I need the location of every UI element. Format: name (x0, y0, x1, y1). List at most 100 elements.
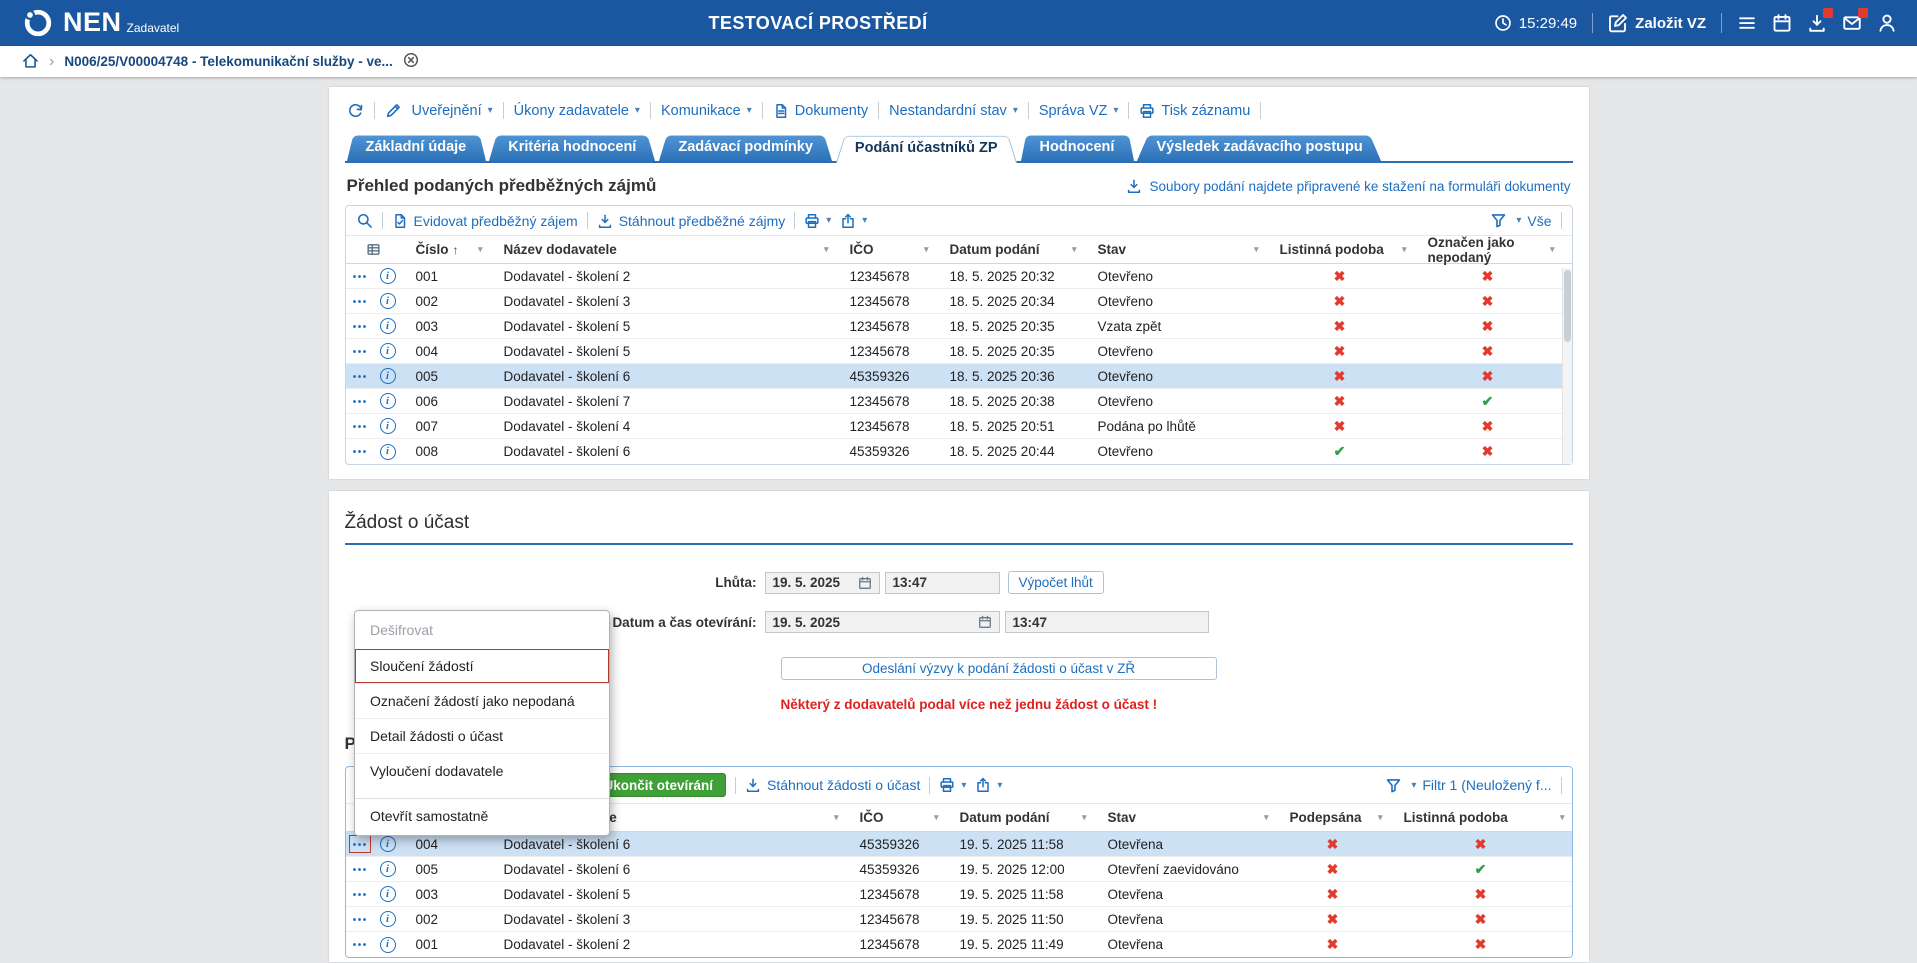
row-actions-icon[interactable] (350, 368, 370, 384)
vertical-scrollbar[interactable] (1562, 268, 1572, 464)
user-profile-button[interactable] (1877, 13, 1897, 33)
tab-vysledek-zadavaciho-postupu[interactable]: Výsledek zadávacího postupu (1137, 133, 1381, 161)
row-info-icon[interactable]: i (380, 861, 396, 877)
table-row[interactable]: i005Dodavatel - školení 64535932619. 5. … (346, 857, 1572, 882)
row-actions-icon[interactable] (350, 861, 370, 877)
column-filter-icon[interactable]: ▾ (1254, 244, 1259, 255)
row-info-icon[interactable]: i (380, 444, 396, 460)
column-filter-icon[interactable]: ▾ (1402, 244, 1407, 255)
column-filter-icon[interactable]: ▾ (824, 244, 829, 255)
table-row[interactable]: i002Dodavatel - školení 31234567819. 5. … (346, 907, 1572, 932)
table-row[interactable]: i003Dodavatel - školení 51234567818. 5. … (346, 314, 1572, 339)
scrollbar-thumb[interactable] (1564, 270, 1571, 342)
row-actions-icon[interactable] (350, 937, 370, 953)
column-filter-icon[interactable]: ▾ (834, 812, 839, 823)
table-row[interactable]: i004Dodavatel - školení 51234567818. 5. … (346, 339, 1572, 364)
table-row[interactable]: i003Dodavatel - školení 51234567819. 5. … (346, 882, 1572, 907)
row-info-icon[interactable]: i (380, 268, 396, 284)
row-info-icon[interactable]: i (380, 886, 396, 902)
row-actions-icon[interactable] (350, 293, 370, 309)
column-filter-icon[interactable]: ▾ (1264, 812, 1269, 823)
export-grid-button[interactable]: ▾ (840, 213, 867, 229)
main-menu-button[interactable] (1737, 13, 1757, 33)
undo-icon[interactable] (347, 102, 364, 119)
record-menu-nestandardni-stav[interactable]: Nestandardní stav▾ (889, 103, 1018, 119)
row-actions-icon[interactable] (350, 393, 370, 409)
deadline-date-field[interactable]: 19. 5. 2025 (765, 572, 880, 594)
row-info-icon[interactable]: i (380, 393, 396, 409)
column-header-stav[interactable]: Stav▾ (1094, 804, 1276, 831)
home-icon[interactable] (22, 52, 39, 72)
column-filter-icon[interactable]: ▾ (924, 244, 929, 255)
tab-zakladni-udaje[interactable]: Základní údaje (347, 133, 486, 161)
column-header-listinna-podoba[interactable]: Listinná podoba▾ (1266, 236, 1414, 263)
column-header-stav[interactable]: Stav▾ (1084, 236, 1266, 263)
row-actions-icon[interactable] (350, 444, 370, 460)
row-info-icon[interactable]: i (380, 836, 396, 852)
search-icon[interactable] (356, 212, 373, 229)
row-actions-icon[interactable] (350, 886, 370, 902)
create-vz-button[interactable]: Založit VZ (1608, 13, 1706, 33)
column-filter-icon[interactable]: ▾ (1072, 244, 1077, 255)
column-header-oznacen-jako-nepodany[interactable]: Označen jako nepodaný▾ (1414, 236, 1562, 263)
compute-deadlines-button[interactable]: Výpočet lhůt (1008, 571, 1104, 594)
close-record-icon[interactable] (403, 52, 419, 71)
row-actions-icon[interactable] (350, 911, 370, 927)
context-menu-item-otevrit-samostatne[interactable]: Otevřít samostatně (355, 798, 609, 833)
download-prelim-interest-button[interactable]: Stáhnout předběžné zájmy (597, 213, 786, 229)
opening-date-field[interactable]: 19. 5. 2025 (765, 611, 1000, 633)
row-info-icon[interactable]: i (380, 418, 396, 434)
filter-icon[interactable] (1490, 212, 1507, 229)
record-menu-ukony-zadavatele[interactable]: Úkony zadavatele▾ (514, 103, 640, 119)
column-header-cislo[interactable]: Číslo↑▾ (402, 236, 490, 263)
table-row[interactable]: i002Dodavatel - školení 31234567818. 5. … (346, 289, 1572, 314)
row-actions-icon[interactable] (350, 418, 370, 434)
download-requests-button[interactable]: Stáhnout žádosti o účast (745, 777, 920, 793)
row-info-icon[interactable]: i (380, 911, 396, 927)
opening-time-field[interactable]: 13:47 (1005, 611, 1209, 633)
column-header-ico[interactable]: IČO▾ (846, 804, 946, 831)
row-info-icon[interactable]: i (380, 368, 396, 384)
send-call-button[interactable]: Odeslání výzvy k podání žádosti o účast … (781, 657, 1217, 680)
record-menu-sprava-vz[interactable]: Správa VZ▾ (1039, 103, 1119, 119)
table-row[interactable]: i005Dodavatel - školení 64535932618. 5. … (346, 364, 1572, 389)
context-menu-item-oznaceni-zadosti-jako-nepodana[interactable]: Označení žádostí jako nepodaná (355, 683, 609, 718)
filter-icon[interactable] (1385, 777, 1402, 794)
app-brand[interactable]: NEN Zadavatel (22, 7, 179, 39)
column-filter-icon[interactable]: ▾ (1560, 812, 1565, 823)
record-menu-tisk-zaznamu[interactable]: Tisk záznamu (1139, 103, 1250, 119)
tab-kriteria-hodnoceni[interactable]: Kritéria hodnocení (489, 133, 655, 161)
record-menu-komunikace[interactable]: Komunikace▾ (661, 103, 752, 119)
calendar-button[interactable] (1772, 13, 1792, 33)
tab-zadavaci-podminky[interactable]: Zadávací podmínky (659, 133, 832, 161)
context-menu-item-detail-zadosti-o-ucast[interactable]: Detail žádosti o účast (355, 718, 609, 753)
context-menu-item-vylouceni-dodavatele[interactable]: Vyloučení dodavatele (355, 753, 609, 788)
table-row[interactable]: i008Dodavatel - školení 64535932618. 5. … (346, 439, 1572, 464)
table-row[interactable]: i001Dodavatel - školení 21234567818. 5. … (346, 264, 1572, 289)
context-menu-item-slouceni-zadosti[interactable]: Sloučení žádostí (355, 648, 609, 683)
column-header-datum-podani[interactable]: Datum podání▾ (936, 236, 1084, 263)
downloads-button[interactable] (1807, 13, 1827, 33)
record-menu-uverejneni[interactable]: Uveřejnění▾ (412, 103, 493, 119)
column-filter-icon[interactable]: ▾ (1082, 812, 1087, 823)
deadline-time-field[interactable]: 13:47 (885, 572, 1000, 594)
record-menu-dokumenty[interactable]: Dokumenty (773, 103, 868, 119)
column-header-listinna-podoba[interactable]: Listinná podoba▾ (1390, 804, 1572, 831)
print-grid-button[interactable]: ▾ (939, 777, 966, 793)
finish-opening-button[interactable]: Ukončit otevírání (591, 773, 727, 797)
print-grid-button[interactable]: ▾ (804, 213, 831, 229)
table-row[interactable]: i007Dodavatel - školení 41234567818. 5. … (346, 414, 1572, 439)
filter-preset-select[interactable]: ▾ Vše (1516, 213, 1551, 229)
tab-hodnoceni[interactable]: Hodnocení (1021, 133, 1134, 161)
table-row[interactable]: i001Dodavatel - školení 21234567819. 5. … (346, 932, 1572, 957)
row-info-icon[interactable]: i (380, 318, 396, 334)
row-actions-icon[interactable] (350, 318, 370, 334)
tab-podani-ucastniku-zp[interactable]: Podání účastníků ZP (836, 133, 1017, 163)
download-note-link[interactable]: Soubory podání najdete připravené ke sta… (1126, 178, 1570, 194)
column-header-ico[interactable]: IČO▾ (836, 236, 936, 263)
column-filter-icon[interactable]: ▾ (1550, 244, 1555, 255)
breadcrumb-record-link[interactable]: N006/25/V00004748 - Telekomunikační služ… (64, 54, 392, 69)
row-info-icon[interactable]: i (380, 937, 396, 953)
register-prelim-interest-button[interactable]: Evidovat předběžný zájem (392, 213, 578, 229)
row-actions-icon[interactable] (350, 836, 370, 852)
